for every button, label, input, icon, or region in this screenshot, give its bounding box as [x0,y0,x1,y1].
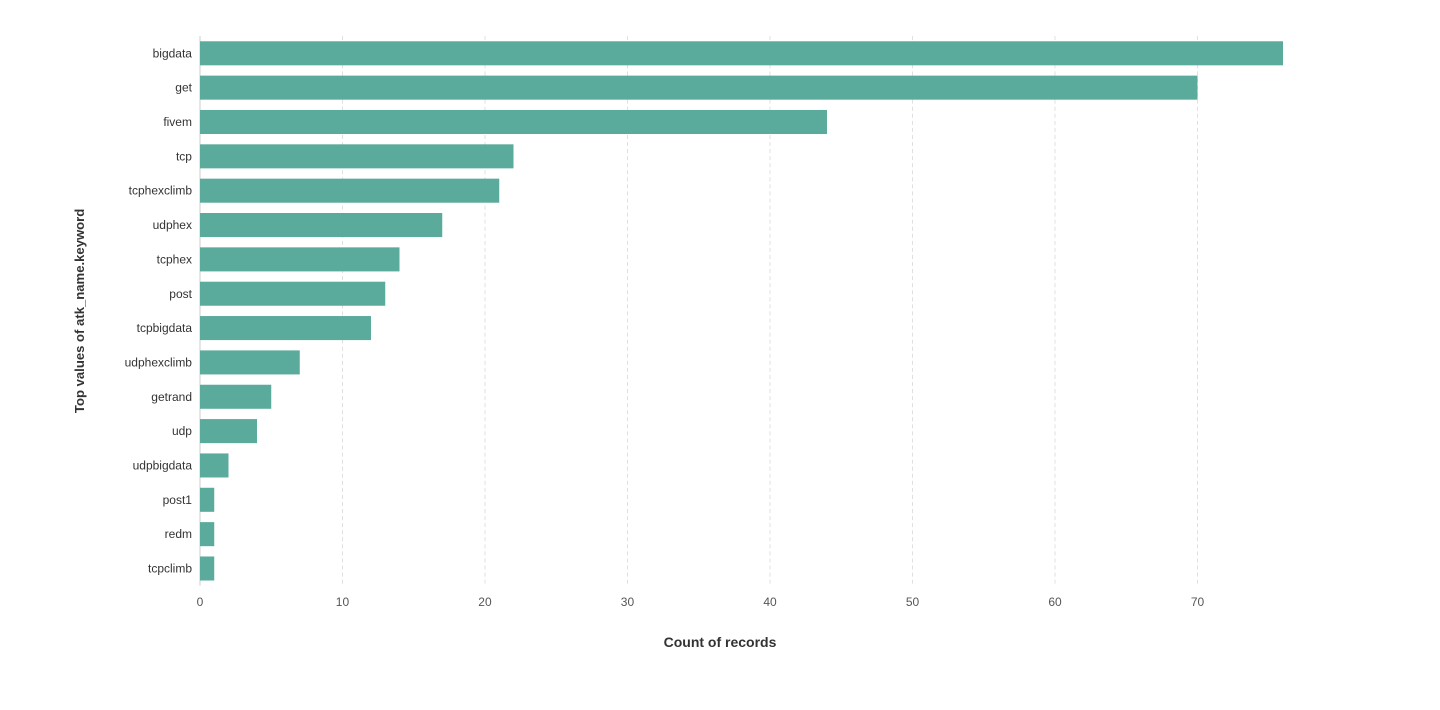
svg-text:udpbigdata: udpbigdata [133,458,193,472]
chart-container: 0 10 20 30 40 50 60 70 bigdata get fivem tcp tcphexc… [30,10,1410,700]
svg-text:getrand: getrand [151,389,192,403]
svg-text:udphex: udphex [153,218,192,232]
svg-text:udphexclimb: udphexclimb [125,355,193,369]
svg-text:udp: udp [172,424,192,438]
svg-text:Top values of atk_name.keyword: Top values of atk_name.keyword [72,208,87,412]
svg-text:redm: redm [165,527,192,541]
svg-text:tcpbigdata: tcpbigdata [137,321,193,335]
svg-text:30: 30 [621,594,635,608]
svg-text:40: 40 [763,594,777,608]
svg-text:tcphex: tcphex [157,252,192,266]
svg-text:get: get [175,80,192,94]
svg-text:post1: post1 [163,492,193,506]
svg-text:0: 0 [197,594,204,608]
svg-text:10: 10 [336,594,350,608]
svg-text:20: 20 [478,594,492,608]
chart-area: 0 10 20 30 40 50 60 70 bigdata get fivem tcp tcphexc… [70,21,1370,626]
x-axis-label: Count of records [664,634,777,650]
svg-text:tcphexclimb: tcphexclimb [129,183,193,197]
bar-chart: 0 10 20 30 40 50 60 70 bigdata get fivem tcp tcphexc… [70,21,1370,626]
svg-text:tcp: tcp [176,149,192,163]
svg-text:tcpclimb: tcpclimb [148,561,192,575]
svg-text:60: 60 [1048,594,1062,608]
svg-text:post: post [169,286,192,300]
svg-text:50: 50 [906,594,920,608]
svg-text:fivem: fivem [163,114,192,128]
svg-text:70: 70 [1191,594,1205,608]
svg-text:bigdata: bigdata [153,46,193,60]
